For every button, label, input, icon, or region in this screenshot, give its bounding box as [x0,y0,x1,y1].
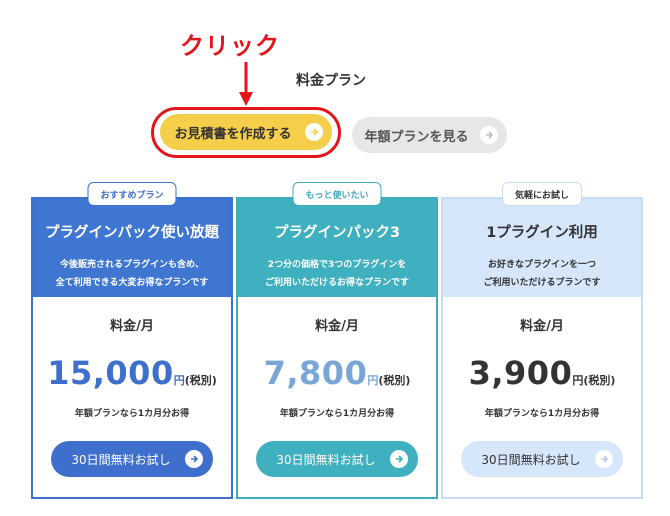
price: 7,800円(税別) [238,354,436,392]
arrow-right-icon [595,450,613,468]
plan-badge: 気軽にお試し [501,182,583,206]
plan-badge: おすすめプラン [87,182,177,206]
arrow-right-icon [390,450,408,468]
price-amount: 3,900 [468,354,573,392]
price-unit: 円 [173,374,185,387]
create-quote-button[interactable]: お見積書を作成する [160,114,332,150]
plan-badge: もっと使いたい [292,182,382,206]
arrow-right-icon [305,123,323,141]
price: 3,900円(税別) [443,354,641,392]
arrow-right-icon [480,126,498,144]
plan-description-line: ご利用いただけるプランです [483,278,601,288]
price-label: 料金/月 [315,319,359,334]
plan-description-line: 今後販売されるプラグインも含め、 [59,260,204,270]
plan-description-line: 2つ分の価格で3つのプラグインを [267,260,407,270]
free-trial-label: 30日間無料お試し [71,452,171,467]
price: 15,000円(税別) [33,354,231,392]
plan-title: 1プラグイン利用 [486,225,598,241]
create-quote-label: お見積書を作成する [174,126,292,142]
plan-card-single: 気軽にお試し 1プラグイン利用 お好きなプラグインを一つ ご利用いただけるプラン… [441,182,643,499]
plan-description-line: お好きなプラグインを一つ [487,260,596,270]
plan-title: プラグインパック3 [273,225,401,241]
down-arrow-icon [239,62,253,106]
click-annotation-label: クリック [180,32,280,60]
page-title: 料金プラン [296,73,366,89]
plan-description-line: ご利用いただけるお得なプランです [264,278,409,288]
plan-card-pack3: もっと使いたい プラグインパック3 2つ分の価格で3つのプラグインを ご利用いた… [236,182,438,499]
price-label: 料金/月 [520,319,564,334]
plan-description: 今後販売されるプラグインも含め、 全て利用できる大変お得なプランです [33,256,231,292]
price-amount: 15,000 [47,354,174,392]
price-tax: (税別) [583,374,616,387]
price-unit: 円 [367,374,379,387]
arrow-right-icon [185,450,203,468]
annual-note: 年額プランなら1カ月分お得 [74,409,190,419]
free-trial-label: 30日間無料お試し [276,452,376,467]
view-annual-plan-label: 年額プランを見る [364,129,469,145]
plan-header: 1プラグイン利用 お好きなプラグインを一つ ご利用いただけるプランです [443,199,641,297]
plan-header: プラグインパック使い放題 今後販売されるプラグインも含め、 全て利用できる大変お… [33,199,231,297]
plan-header: プラグインパック3 2つ分の価格で3つのプラグインを ご利用いただけるお得なプラ… [238,199,436,297]
plan-description-line: 全て利用できる大変お得なプランです [55,278,209,288]
plan-card-unlimited: おすすめプラン プラグインパック使い放題 今後販売されるプラグインも含め、 全て… [31,182,233,499]
price-unit: 円 [572,374,584,387]
free-trial-button[interactable]: 30日間無料お試し [51,441,213,477]
price-tax: (税別) [184,374,217,387]
plan-description: 2つ分の価格で3つのプラグインを ご利用いただけるお得なプランです [238,256,436,292]
price-label: 料金/月 [110,319,154,334]
price-tax: (税別) [378,374,411,387]
plan-title: プラグインパック使い放題 [45,225,219,241]
view-annual-plan-button[interactable]: 年額プランを見る [352,117,507,153]
annual-note: 年額プランなら1カ月分お得 [279,409,395,419]
price-amount: 7,800 [263,354,368,392]
plan-description: お好きなプラグインを一つ ご利用いただけるプランです [443,256,641,292]
free-trial-button[interactable]: 30日間無料お試し [256,441,418,477]
free-trial-button[interactable]: 30日間無料お試し [461,441,623,477]
annual-note: 年額プランなら1カ月分お得 [484,409,600,419]
free-trial-label: 30日間無料お試し [481,452,581,467]
